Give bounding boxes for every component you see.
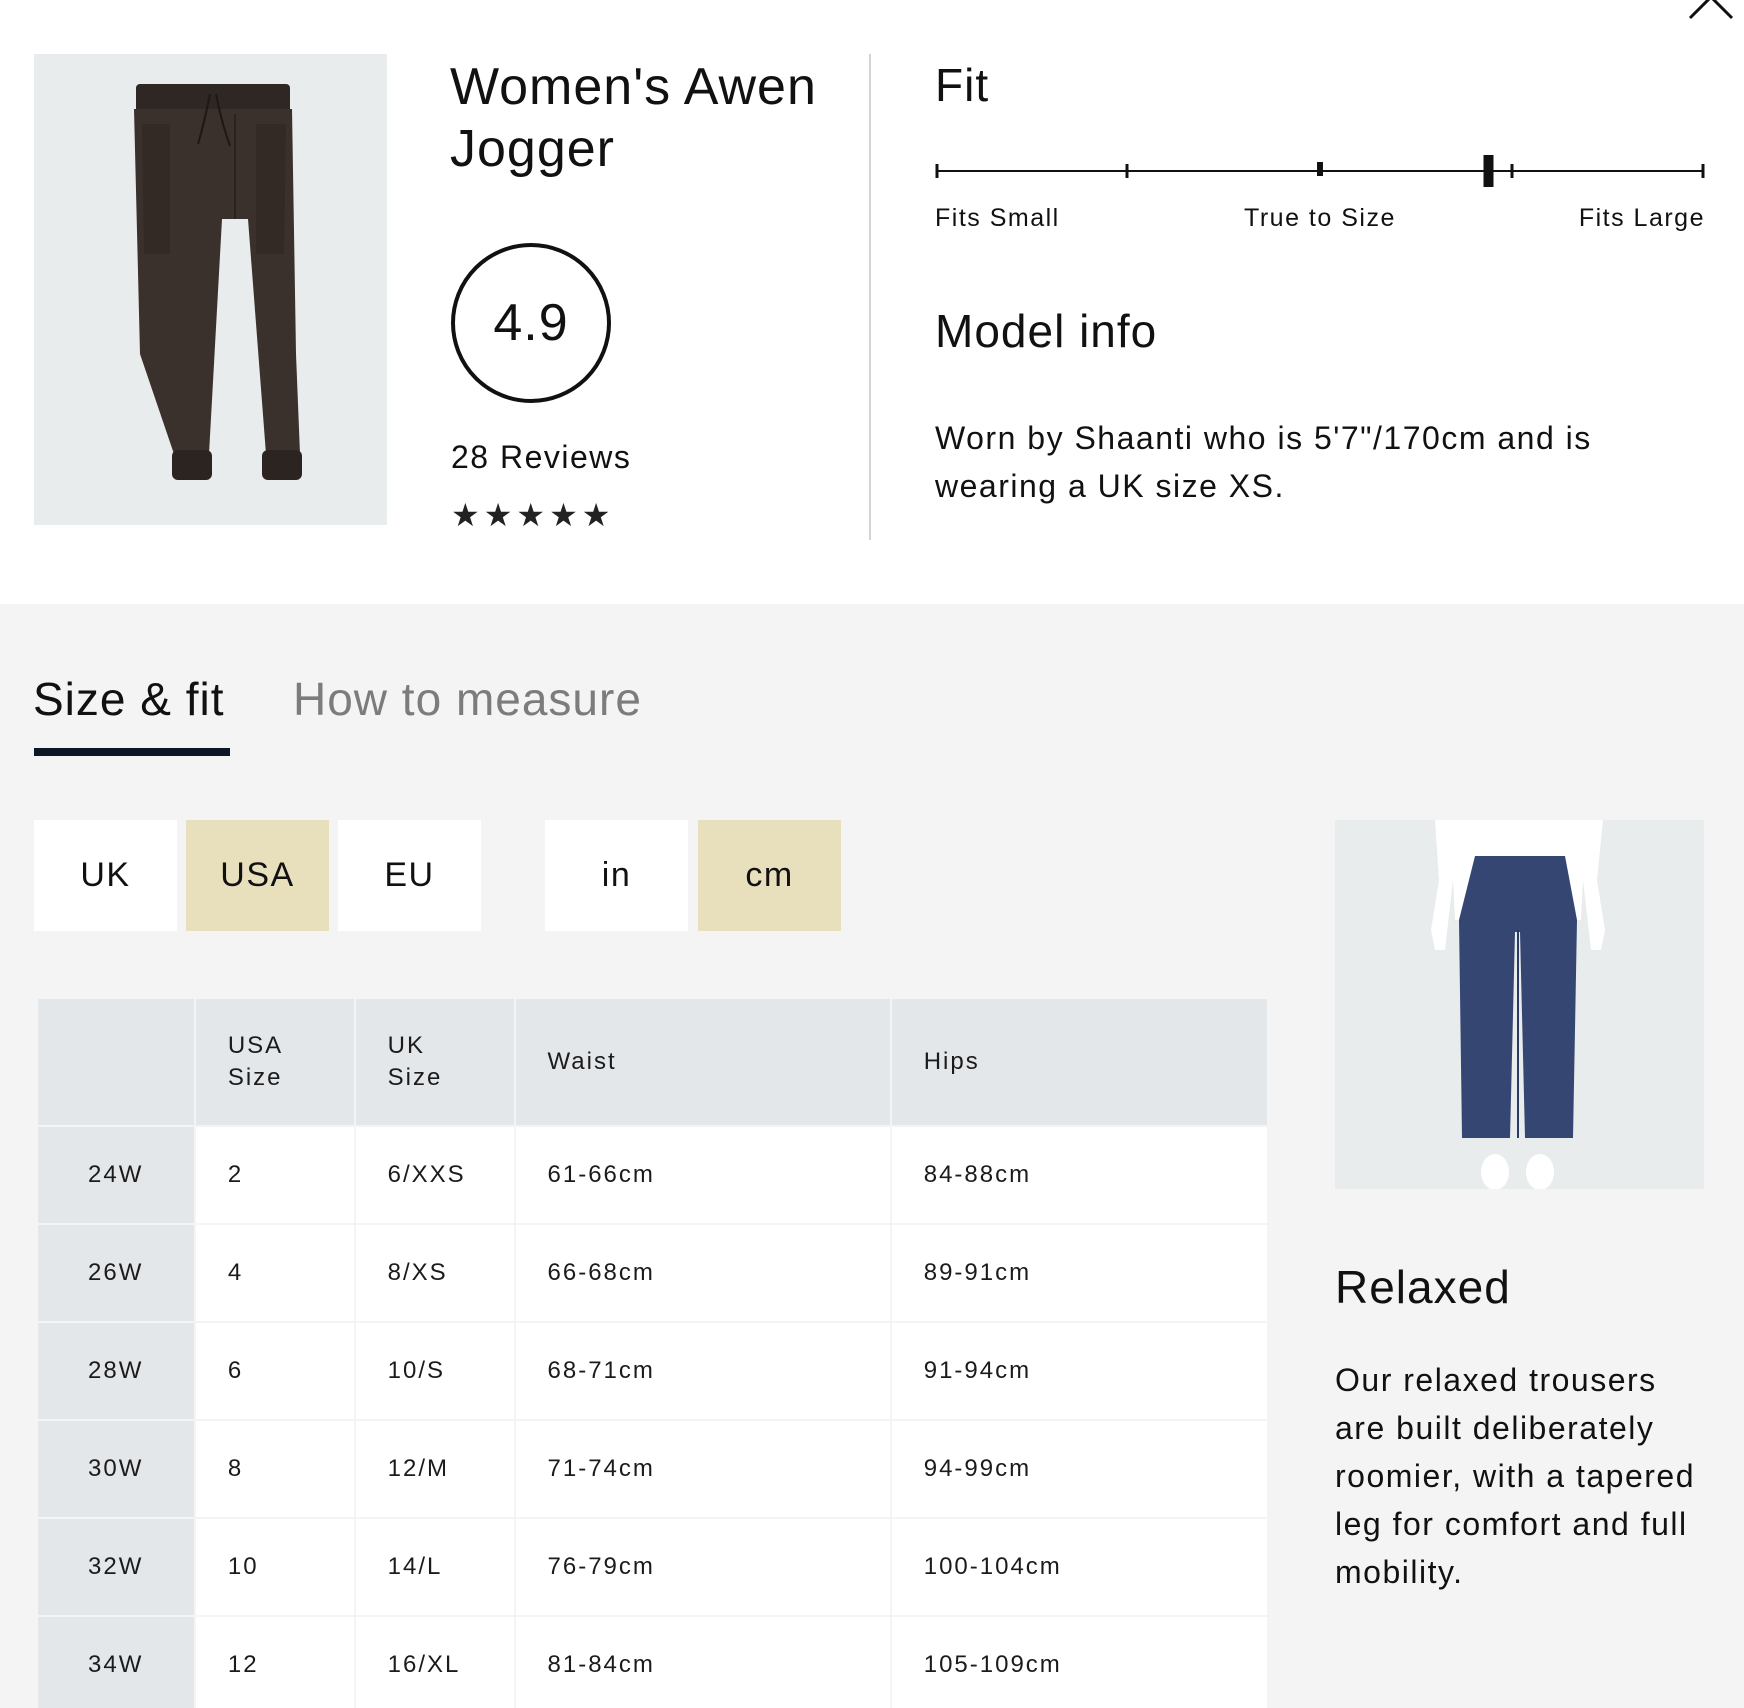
- table-cell: 4: [195, 1225, 354, 1321]
- size-table: USA Size UK Size Waist Hips 24W 2 6/XXS …: [36, 997, 1269, 1708]
- product-title: Women's Awen Jogger: [450, 58, 817, 178]
- table-row: 34W 12 16/XL 81-84cm 105-109cm: [38, 1617, 1267, 1708]
- region-toggle-eu[interactable]: EU: [338, 820, 481, 931]
- review-count-link[interactable]: 28 Reviews: [451, 439, 631, 476]
- fit-scale: [935, 150, 1705, 190]
- tab-size-fit[interactable]: Size & fit: [33, 672, 225, 726]
- table-cell: 32W: [38, 1519, 194, 1615]
- model-info-text: Worn by Shaanti who is 5'7"/170cm and is…: [935, 420, 1592, 504]
- star-icon: ★: [581, 497, 611, 533]
- table-cell: 84-88cm: [891, 1127, 1267, 1223]
- table-cell: 66-68cm: [515, 1225, 890, 1321]
- table-cell: 81-84cm: [515, 1617, 890, 1708]
- table-cell: 30W: [38, 1421, 194, 1517]
- table-header-cell: UK Size: [355, 999, 514, 1125]
- model-info-heading: Model info: [935, 305, 1158, 357]
- table-cell: 94-99cm: [891, 1421, 1267, 1517]
- table-cell: 12: [195, 1617, 354, 1708]
- fit-illustration: [1335, 820, 1704, 1189]
- table-cell: 91-94cm: [891, 1323, 1267, 1419]
- jogger-illustration: [134, 84, 302, 480]
- table-header-row: USA Size UK Size Waist Hips: [38, 999, 1267, 1125]
- product-summary-panel: Women's Awen Jogger 4.9 28 Reviews ★ ★ ★ ★ ★…: [0, 0, 1744, 604]
- active-tab-indicator: [34, 748, 230, 756]
- table-cell: 16/XL: [355, 1617, 514, 1708]
- table-cell: 12/M: [355, 1421, 514, 1517]
- table-row: 30W 8 12/M 71-74cm 94-99cm: [38, 1421, 1267, 1517]
- table-cell: 28W: [38, 1323, 194, 1419]
- close-icon: [1688, 0, 1734, 20]
- table-cell: 24W: [38, 1127, 194, 1223]
- fit-label-small: Fits Small: [935, 204, 1060, 232]
- close-button[interactable]: [1680, 0, 1744, 24]
- product-image: [34, 54, 387, 525]
- table-cell: 26W: [38, 1225, 194, 1321]
- rating-value: 4.9: [493, 294, 569, 352]
- fit-label-true-to-size: True to Size: [1244, 204, 1396, 232]
- table-cell: 8/XS: [355, 1225, 514, 1321]
- rating-badge: 4.9: [451, 243, 611, 403]
- table-header-cell: [38, 999, 194, 1125]
- table-cell: 100-104cm: [891, 1519, 1267, 1615]
- fit-type-description: Our relaxed trousers are built deliberat…: [1335, 1362, 1695, 1590]
- fit-scale-graphic: [935, 155, 1705, 187]
- table-row: 32W 10 14/L 76-79cm 100-104cm: [38, 1519, 1267, 1615]
- table-row: 26W 4 8/XS 66-68cm 89-91cm: [38, 1225, 1267, 1321]
- tab-how-to-measure[interactable]: How to measure: [293, 672, 642, 726]
- relaxed-fit-figure: [1431, 820, 1605, 1189]
- table-header-cell: Hips: [891, 999, 1267, 1125]
- table-cell: 76-79cm: [515, 1519, 890, 1615]
- star-rating: ★ ★ ★ ★ ★: [451, 498, 610, 532]
- table-cell: 71-74cm: [515, 1421, 890, 1517]
- table-row: 28W 6 10/S 68-71cm 91-94cm: [38, 1323, 1267, 1419]
- divider: [869, 54, 871, 540]
- fit-label-large: Fits Large: [1578, 204, 1705, 232]
- table-cell: 105-109cm: [891, 1617, 1267, 1708]
- table-cell: 34W: [38, 1617, 194, 1708]
- star-icon: ★: [483, 497, 513, 533]
- size-guide-panel: Size & fit How to measure UK USA EU in c…: [0, 604, 1744, 1708]
- fit-slider-marker: [1483, 155, 1494, 187]
- table-row: 24W 2 6/XXS 61-66cm 84-88cm: [38, 1127, 1267, 1223]
- region-toggle-usa[interactable]: USA: [186, 820, 329, 931]
- table-cell: 14/L: [355, 1519, 514, 1615]
- unit-toggle-in[interactable]: in: [545, 820, 688, 931]
- unit-toggle-cm[interactable]: cm: [698, 820, 841, 931]
- table-cell: 68-71cm: [515, 1323, 890, 1419]
- region-toggle-uk[interactable]: UK: [34, 820, 177, 931]
- table-cell: 10: [195, 1519, 354, 1615]
- table-cell: 10/S: [355, 1323, 514, 1419]
- table-cell: 2: [195, 1127, 354, 1223]
- table-header-cell: USA Size: [195, 999, 354, 1125]
- table-cell: 6: [195, 1323, 354, 1419]
- table-cell: 8: [195, 1421, 354, 1517]
- fit-type-heading: Relaxed: [1335, 1261, 1511, 1313]
- star-icon: ★: [516, 497, 546, 533]
- fit-heading: Fit: [935, 59, 990, 111]
- table-header-cell: Waist: [515, 999, 890, 1125]
- table-cell: 6/XXS: [355, 1127, 514, 1223]
- table-cell: 61-66cm: [515, 1127, 890, 1223]
- table-cell: 89-91cm: [891, 1225, 1267, 1321]
- star-icon: ★: [549, 497, 578, 533]
- star-icon: ★: [451, 497, 480, 533]
